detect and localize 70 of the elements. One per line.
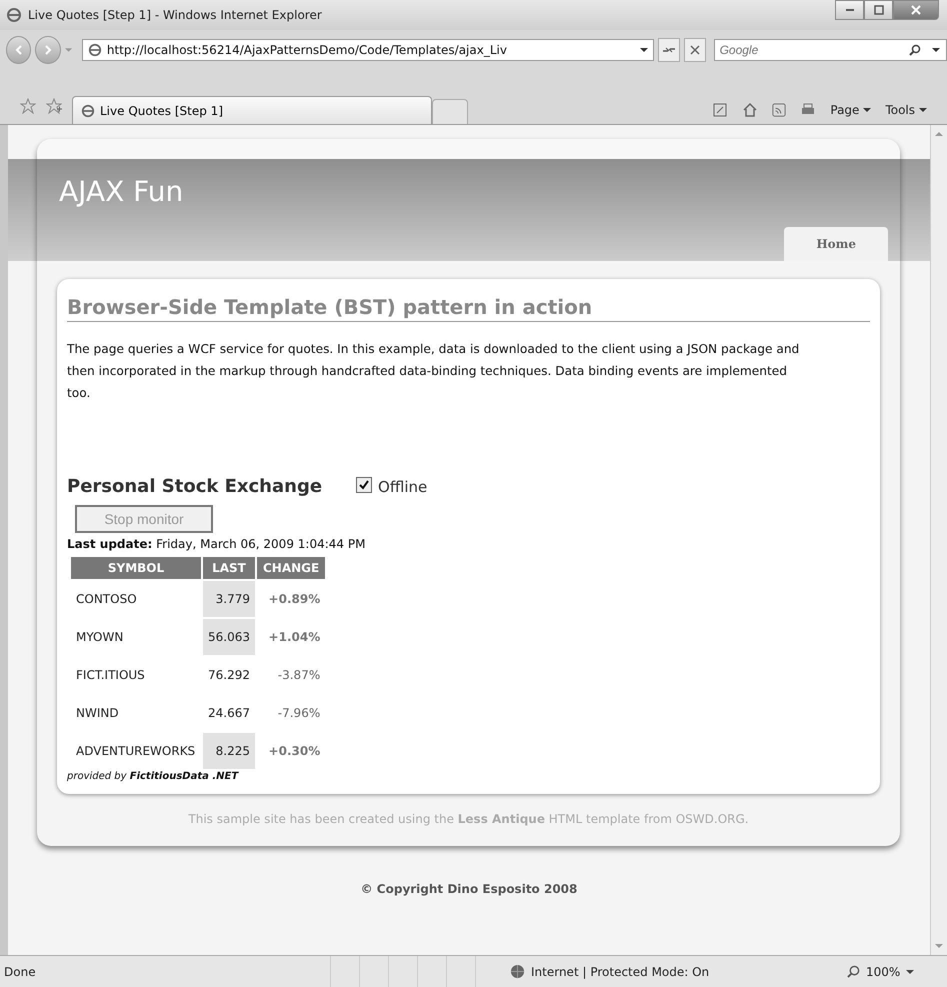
dropdown-arrow-icon[interactable] — [906, 968, 914, 976]
table-cell-text: +0.30% — [268, 743, 322, 760]
table-cell-text: 76.292 — [207, 667, 251, 684]
table-cell-text: MYOWN — [75, 629, 124, 646]
security-zone: Internet | Protected Mode: On — [531, 964, 710, 978]
table-cell-text: CONTOSO — [75, 591, 138, 608]
command-menu[interactable]: Page — [830, 103, 872, 117]
scrollbar[interactable] — [930, 125, 947, 955]
table-cell: 3.779 — [203, 581, 255, 617]
template-credit: This sample site has been created using the Less Antique HTML template from OSWD.ORG. — [187, 812, 750, 826]
intro-paragraph: The page queries a WCF service for quotes. In this example, data is downloaded to the client using a JSON package and then incorporated in the markup through handcrafted data-binding techniques. Data binding events are implemented too. — [67, 341, 800, 402]
zoom-level[interactable]: 100% — [866, 964, 900, 978]
window-title: Live Quotes [Step 1] - Windows Internet Explorer — [28, 8, 322, 22]
command-menu[interactable]: Tools — [885, 103, 927, 117]
forward-button[interactable] — [35, 36, 61, 64]
scroll-up-icon[interactable] — [935, 131, 943, 137]
maximize-button[interactable] — [864, 0, 893, 20]
globe-icon — [510, 964, 525, 979]
table-cell-text: FICT.ITIOUS — [75, 667, 146, 684]
rss-icon[interactable] — [772, 103, 786, 117]
browser-logo-icon — [6, 7, 22, 23]
status-text: Done — [4, 964, 37, 978]
zoom-icon[interactable] — [847, 965, 860, 978]
dropdown-arrow-icon[interactable] — [640, 46, 648, 54]
home-icon[interactable] — [742, 102, 758, 118]
nav-tab[interactable]: Home — [784, 227, 888, 261]
column-header: SYMBOL — [71, 557, 201, 579]
back-button[interactable] — [6, 36, 32, 64]
close-button[interactable] — [893, 0, 939, 20]
caret-icon — [863, 106, 872, 114]
update-label: Last update: — [67, 537, 152, 551]
column-header: CHANGE — [257, 557, 326, 579]
page-icon — [81, 104, 95, 118]
table-cell-text: ADVENTUREWORKS — [75, 743, 196, 760]
minimize-button[interactable] — [835, 0, 864, 20]
site-title: AJAX Fun — [59, 175, 184, 208]
refresh-icon — [662, 45, 676, 55]
check-icon — [359, 480, 370, 490]
search-field[interactable]: Google — [714, 39, 947, 61]
maximize-icon — [874, 5, 884, 15]
section-title: Personal Stock Exchange — [67, 476, 322, 497]
page-icon — [88, 43, 102, 57]
table-cell-text: -7.96% — [276, 705, 322, 722]
table-cell: 56.063 — [203, 619, 255, 655]
close-icon — [911, 5, 921, 15]
address-field[interactable]: http://localhost:56214/AjaxPatternsDemo/Code/Templates/ajax_Liv — [82, 39, 654, 61]
caret-icon — [919, 106, 927, 114]
minimize-icon — [844, 9, 854, 11]
data-provider-credit: provided by FictitiousData .NET — [67, 771, 240, 782]
checkbox-label: Offline — [378, 478, 428, 496]
refresh-button[interactable] — [658, 38, 680, 62]
star-icon[interactable] — [20, 98, 36, 114]
stop-button[interactable] — [684, 38, 706, 62]
offline-checkbox[interactable] — [356, 476, 372, 492]
browser-tab[interactable]: Live Quotes [Step 1] — [72, 96, 432, 124]
table-cell-text: +0.89% — [268, 591, 322, 608]
table-cell: 8.225 — [203, 733, 255, 769]
page-heading: Browser-Side Template (BST) pattern in action — [67, 295, 870, 322]
copyright-notice: © Copyright Dino Esposito 2008 — [360, 882, 578, 896]
dropdown-arrow-icon[interactable] — [932, 46, 940, 54]
table-cell-text: 24.667 — [207, 705, 251, 722]
search-icon[interactable] — [909, 44, 921, 56]
column-header: LAST — [203, 557, 255, 579]
star-plus-icon[interactable] — [46, 98, 62, 114]
table-cell-text: NWIND — [75, 705, 120, 722]
stop-icon — [690, 45, 700, 55]
scroll-down-icon[interactable] — [935, 943, 943, 949]
update-time: Friday, March 06, 2009 1:04:44 PM — [156, 537, 366, 551]
table-cell-text: +1.04% — [268, 629, 322, 646]
table-cell-text: -3.87% — [276, 667, 322, 684]
